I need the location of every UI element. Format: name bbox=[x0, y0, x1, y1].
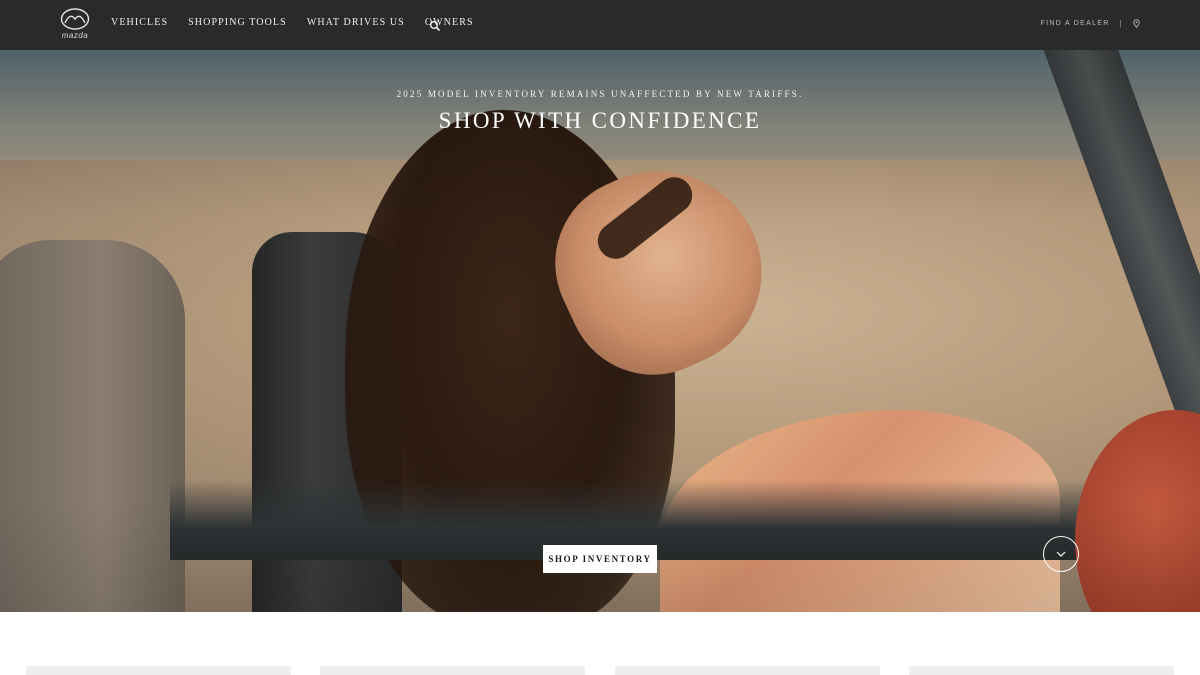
chevron-down-icon bbox=[1056, 551, 1066, 557]
logo-wordmark: mazda bbox=[61, 31, 89, 40]
hero-overlay bbox=[0, 50, 1200, 612]
nav-item-shopping-tools[interactable]: SHOPPING TOOLS bbox=[188, 17, 287, 28]
content-card[interactable] bbox=[909, 666, 1174, 675]
top-nav: mazda VEHICLES SHOPPING TOOLS WHAT DRIVE… bbox=[0, 0, 1200, 50]
content-card[interactable] bbox=[26, 666, 291, 675]
content-card[interactable] bbox=[615, 666, 880, 675]
mazda-logo[interactable]: mazda bbox=[57, 8, 93, 42]
content-cards-section bbox=[0, 612, 1200, 675]
hero-banner bbox=[0, 50, 1200, 612]
search-icon[interactable] bbox=[429, 19, 441, 32]
mazda-emblem-icon bbox=[60, 8, 90, 30]
scroll-down-button[interactable] bbox=[1043, 536, 1079, 572]
nav-item-what-drives-us[interactable]: WHAT DRIVES US bbox=[307, 17, 405, 28]
hero-subtitle: 2025 MODEL INVENTORY REMAINS UNAFFECTED … bbox=[396, 89, 804, 99]
shop-inventory-button[interactable]: SHOP INVENTORY bbox=[543, 545, 657, 573]
hero-title: SHOP WITH CONFIDENCE bbox=[438, 108, 762, 133]
find-a-dealer-link[interactable]: FIND A DEALER bbox=[1041, 20, 1110, 27]
dealer-area: FIND A DEALER | bbox=[1041, 19, 1140, 28]
nav-item-vehicles[interactable]: VEHICLES bbox=[111, 17, 168, 28]
location-pin-icon[interactable] bbox=[1133, 19, 1140, 28]
nav-separator: | bbox=[1119, 19, 1123, 28]
content-card[interactable] bbox=[320, 666, 585, 675]
